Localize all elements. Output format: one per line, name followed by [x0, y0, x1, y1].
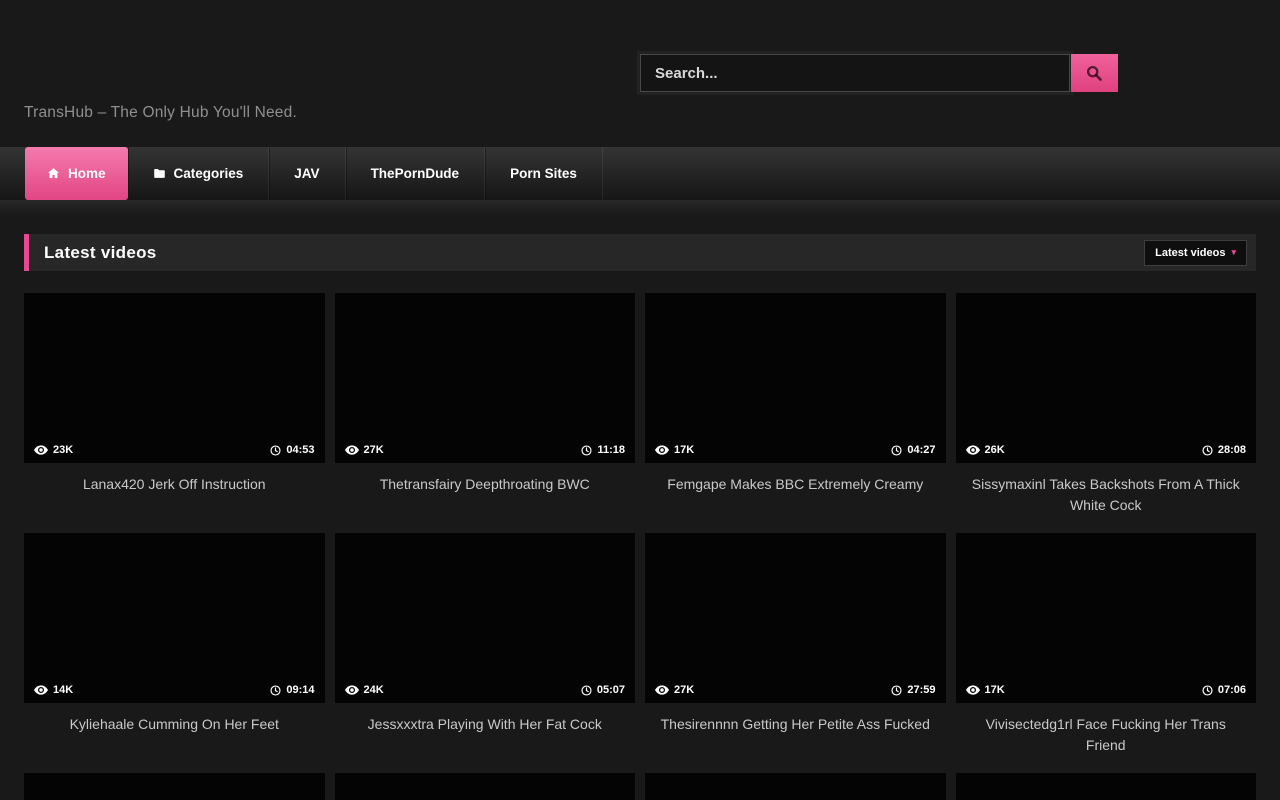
folder-icon — [153, 167, 166, 180]
video-thumbnail[interactable] — [645, 773, 946, 800]
video-duration: 27:59 — [891, 684, 935, 696]
search-button[interactable] — [1071, 54, 1118, 92]
home-icon — [47, 167, 60, 180]
clock-icon — [270, 685, 281, 696]
video-title[interactable]: Femgape Makes BBC Extremely Creamy — [645, 463, 946, 533]
section-header: Latest videos Latest videos ▾ — [24, 234, 1256, 271]
nav-item-label: Home — [68, 166, 106, 181]
nav-item-categories[interactable]: Categories — [128, 147, 270, 200]
video-thumbnail[interactable]: 27K 11:18 — [335, 293, 636, 463]
video-meta: 27K 27:59 — [655, 684, 936, 696]
clock-icon — [1202, 445, 1213, 456]
video-title[interactable]: Thetransfairy Deepthroating BWC — [335, 463, 636, 533]
video-card[interactable] — [24, 773, 325, 800]
view-count: 17K — [655, 444, 694, 456]
video-title[interactable]: Kyliehaale Cumming On Her Feet — [24, 703, 325, 773]
video-meta: 17K 07:06 — [966, 684, 1247, 696]
clock-icon — [891, 685, 902, 696]
video-card[interactable]: 17K 04:27 Femgape Makes BBC Extremely Crea… — [645, 293, 946, 533]
view-count: 23K — [34, 444, 73, 456]
video-title[interactable]: Sissymaxinl Takes Backshots From A Thick… — [956, 463, 1257, 533]
view-count: 27K — [345, 444, 384, 456]
view-count: 17K — [966, 684, 1005, 696]
video-duration: 11:18 — [581, 444, 625, 456]
eye-icon — [345, 685, 359, 695]
video-card[interactable]: 27K 27:59 Thesirennnn Getting Her Petite A… — [645, 533, 946, 773]
video-meta: 27K 11:18 — [345, 444, 626, 456]
eye-icon — [34, 445, 48, 455]
video-thumbnail[interactable] — [956, 773, 1257, 800]
view-count: 27K — [655, 684, 694, 696]
sort-dropdown[interactable]: Latest videos ▾ — [1144, 240, 1247, 266]
nav-item-theporndude[interactable]: ThePornDude — [346, 147, 486, 200]
main-nav: Home Categories JAV ThePornDude Porn Sites — [0, 147, 1280, 200]
sort-dropdown-label: Latest videos — [1155, 247, 1225, 259]
video-duration: 07:06 — [1202, 684, 1246, 696]
clock-icon — [891, 445, 902, 456]
nav-item-label: Porn Sites — [510, 166, 577, 181]
video-duration: 09:14 — [270, 684, 314, 696]
video-card[interactable]: 26K 28:08 Sissymaxinl Takes Backshots From… — [956, 293, 1257, 533]
chevron-down-icon: ▾ — [1231, 248, 1236, 257]
video-grid: 23K04:53Lanax420 Jerk Off Instruction27K… — [24, 293, 1256, 800]
eye-icon — [655, 445, 669, 455]
search-icon — [1086, 65, 1103, 82]
video-meta: 24K 05:07 — [345, 684, 626, 696]
eye-icon — [966, 445, 980, 455]
video-thumbnail[interactable]: 14K 09:14 — [24, 533, 325, 703]
video-duration: 04:53 — [270, 444, 314, 456]
video-title[interactable]: Thesirennnn Getting Her Petite Ass Fucke… — [645, 703, 946, 773]
video-card[interactable]: 27K 11:18 Thetransfairy Deepthroating BWC — [335, 293, 636, 533]
video-card[interactable] — [335, 773, 636, 800]
eye-icon — [966, 685, 980, 695]
video-thumbnail[interactable] — [335, 773, 636, 800]
video-card[interactable]: 17K 07:06 Vivisectedg1rl Face Fucking Her … — [956, 533, 1257, 773]
video-meta: 14K 09:14 — [34, 684, 315, 696]
site-header: TransHub – The Only Hub You'll Need. — [0, 0, 1280, 147]
video-meta: 26K 28:08 — [966, 444, 1247, 456]
clock-icon — [581, 685, 592, 696]
clock-icon — [270, 445, 281, 456]
eye-icon — [34, 685, 48, 695]
clock-icon — [581, 445, 592, 456]
video-duration: 04:27 — [891, 444, 935, 456]
video-card[interactable]: 14K 09:14 Kyliehaale Cumming On Her Feet — [24, 533, 325, 773]
video-thumbnail[interactable]: 26K 28:08 — [956, 293, 1257, 463]
video-duration: 05:07 — [581, 684, 625, 696]
video-card[interactable]: 24K 05:07 Jessxxxtra Playing With Her Fat … — [335, 533, 636, 773]
eye-icon — [655, 685, 669, 695]
search-bar — [640, 54, 1118, 92]
video-thumbnail[interactable]: 23K 04:53 — [24, 293, 325, 463]
nav-item-label: Categories — [174, 166, 244, 181]
video-title[interactable]: Vivisectedg1rl Face Fucking Her Trans Fr… — [956, 703, 1257, 773]
video-title[interactable]: Lanax420 Jerk Off Instruction — [24, 463, 325, 533]
video-thumbnail[interactable]: 27K 27:59 — [645, 533, 946, 703]
video-card[interactable] — [956, 773, 1257, 800]
video-meta: 17K 04:27 — [655, 444, 936, 456]
section-title: Latest videos — [44, 243, 157, 263]
view-count: 26K — [966, 444, 1005, 456]
site-tagline: TransHub – The Only Hub You'll Need. — [24, 104, 297, 122]
video-card[interactable]: 23K 04:53 Lanax420 Jerk Off Instruction — [24, 293, 325, 533]
eye-icon — [345, 445, 359, 455]
video-thumbnail[interactable]: 17K 07:06 — [956, 533, 1257, 703]
video-duration: 28:08 — [1202, 444, 1246, 456]
video-thumbnail[interactable]: 17K 04:27 — [645, 293, 946, 463]
search-input[interactable] — [640, 54, 1070, 92]
nav-item-jav[interactable]: JAV — [269, 147, 345, 200]
nav-item-home[interactable]: Home — [25, 147, 128, 200]
video-meta: 23K 04:53 — [34, 444, 315, 456]
view-count: 14K — [34, 684, 73, 696]
nav-item-label: ThePornDude — [371, 166, 460, 181]
clock-icon — [1202, 685, 1213, 696]
nav-item-label: JAV — [294, 166, 319, 181]
video-card[interactable] — [645, 773, 946, 800]
video-thumbnail[interactable]: 24K 05:07 — [335, 533, 636, 703]
video-thumbnail[interactable] — [24, 773, 325, 800]
video-title[interactable]: Jessxxxtra Playing With Her Fat Cock — [335, 703, 636, 773]
main-content: Latest videos Latest videos ▾ 23K 04:53 La… — [0, 234, 1280, 800]
nav-item-porn-sites[interactable]: Porn Sites — [485, 147, 603, 200]
view-count: 24K — [345, 684, 384, 696]
